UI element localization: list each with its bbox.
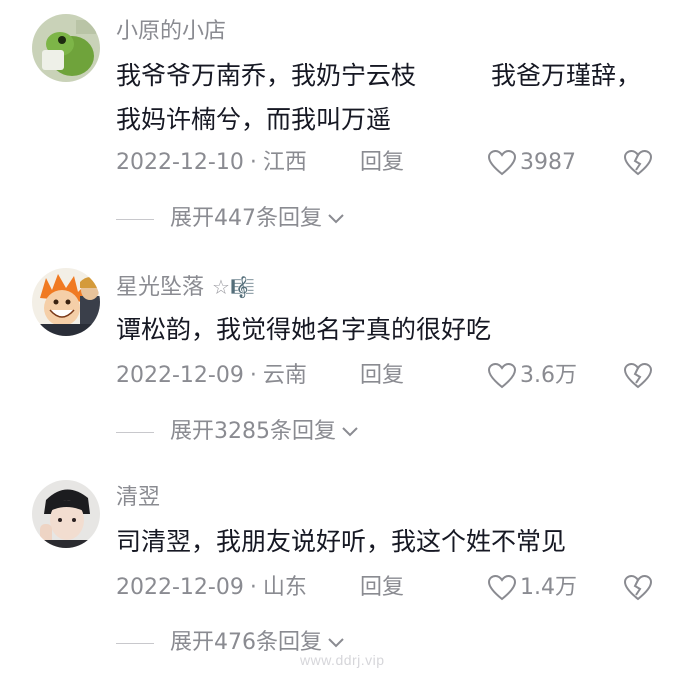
heart-outline-icon — [488, 575, 516, 601]
dislike-button[interactable] — [623, 362, 653, 398]
username-text[interactable]: 清翌 — [116, 485, 160, 510]
expand-replies-label[interactable]: 展开3285条回复 — [170, 417, 336, 447]
divider-line — [116, 431, 154, 433]
dislike-button[interactable] — [623, 574, 653, 610]
username[interactable]: 小原的小店 — [116, 18, 226, 46]
comment-text: 司清翌，我朋友说好听，我这个姓不常见 — [116, 527, 567, 556]
expand-replies-label[interactable]: 展开447条回复 — [170, 204, 322, 234]
avatar[interactable] — [32, 268, 100, 336]
watermark: www.ddrj.vip — [300, 652, 385, 668]
like-count: 3987 — [520, 150, 576, 175]
comment-date: 2022-12-09 — [116, 575, 244, 600]
chevron-down-icon — [328, 214, 344, 224]
comment-text: 谭松韵，我觉得她名字真的很好吃 — [116, 315, 492, 344]
comment-location: 江西 — [262, 150, 307, 175]
heart-outline-icon — [488, 363, 516, 389]
reply-button[interactable]: 回复 — [360, 573, 404, 603]
comment-date-location: 2022-12-10 · 江西 — [116, 148, 307, 178]
like-button[interactable]: 3987 — [488, 148, 576, 178]
chevron-down-icon — [328, 638, 344, 648]
comment-text: 我爷爷万南乔，我奶宁云枝 我爸万瑾辞，我妈许楠兮，而我叫万遥 — [116, 61, 642, 134]
like-count: 3.6万 — [520, 363, 577, 388]
separator-dot: · — [249, 150, 257, 175]
divider-line — [116, 642, 154, 644]
reply-button[interactable]: 回复 — [360, 361, 404, 391]
comment-location: 山东 — [262, 575, 307, 600]
like-count: 1.4万 — [520, 575, 577, 600]
broken-heart-icon — [623, 149, 653, 176]
like-button[interactable]: 1.4万 — [488, 573, 577, 603]
avatar[interactable] — [32, 14, 100, 82]
user-badge: ☆🎼 — [212, 275, 255, 299]
chevron-down-icon — [342, 427, 358, 437]
like-button[interactable]: 3.6万 — [488, 361, 577, 391]
broken-heart-icon — [623, 362, 653, 389]
avatar[interactable] — [32, 480, 100, 548]
comment-date-location: 2022-12-09 · 云南 — [116, 361, 307, 391]
dislike-button[interactable] — [623, 149, 653, 185]
broken-heart-icon — [623, 574, 653, 601]
divider-line — [116, 218, 154, 220]
heart-outline-icon — [488, 150, 516, 176]
expand-replies-button[interactable]: 展开447条回复 — [116, 204, 344, 234]
comment-location: 云南 — [262, 363, 307, 388]
comment-date-location: 2022-12-09 · 山东 — [116, 573, 307, 603]
expand-replies-button[interactable]: 展开3285条回复 — [116, 417, 358, 447]
separator-dot: · — [249, 575, 257, 600]
comment-meta: 2022-12-09 · 云南 回复 3.6万 — [116, 361, 656, 391]
separator-dot: · — [249, 363, 257, 388]
username[interactable]: 星光坠落 ☆🎼 — [116, 273, 255, 302]
comment-date: 2022-12-09 — [116, 363, 244, 388]
reply-button[interactable]: 回复 — [360, 148, 404, 178]
comment-date: 2022-12-10 — [116, 150, 244, 175]
username-text[interactable]: 星光坠落 — [116, 275, 204, 300]
username[interactable]: 清翌 — [116, 484, 160, 512]
comment-meta: 2022-12-10 · 江西 回复 3987 — [116, 148, 656, 178]
username-text[interactable]: 小原的小店 — [116, 19, 226, 44]
comment-meta: 2022-12-09 · 山东 回复 1.4万 — [116, 573, 656, 603]
